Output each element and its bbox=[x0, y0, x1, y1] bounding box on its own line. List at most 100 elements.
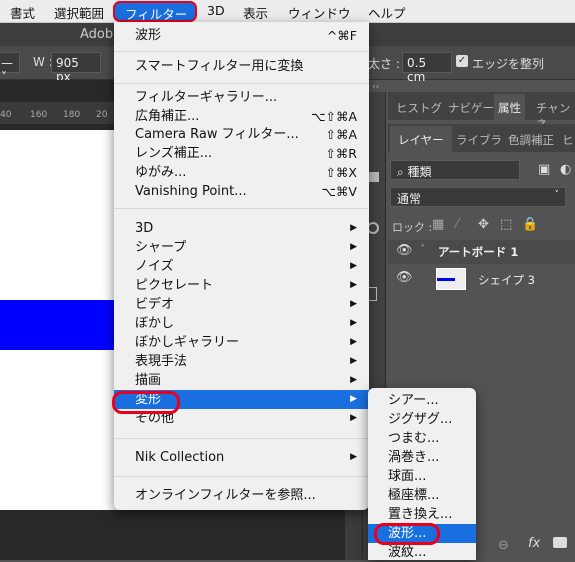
ruler-tick: 160 bbox=[30, 110, 48, 120]
shape-mode-select[interactable]: — ˅ bbox=[0, 52, 20, 84]
blend-mode-select[interactable]: 通常 ˅ bbox=[390, 187, 566, 207]
submenu-arrow-icon: ▶ bbox=[350, 337, 357, 347]
menu-item-last-filter[interactable]: 波形 ^⌘F bbox=[114, 26, 369, 45]
menu-item-lens-correction[interactable]: レンズ補正... ⇧⌘R bbox=[114, 144, 369, 163]
menu-item-liquify[interactable]: ゆがみ... ⇧⌘X bbox=[114, 163, 369, 182]
submenu-arrow-icon: ▶ bbox=[350, 356, 357, 366]
separator bbox=[114, 476, 369, 477]
submenu-item[interactable]: 球面... bbox=[368, 467, 476, 486]
menu-item-submenu[interactable]: ビデオ ▶ bbox=[114, 295, 369, 314]
separator bbox=[114, 438, 369, 439]
menu-item-browse-online[interactable]: オンラインフィルターを参照... bbox=[114, 486, 369, 505]
lock-pixels-icon[interactable]: ▦ bbox=[432, 217, 444, 232]
submenu-arrow-icon: ▶ bbox=[350, 261, 357, 271]
layer-filter-select[interactable]: ⌕ 種類 bbox=[390, 160, 520, 180]
submenu-arrow-icon: ▶ bbox=[350, 280, 357, 290]
layer-row-shape[interactable]: 👁 シェイプ 3 bbox=[388, 264, 575, 294]
menu-item-submenu[interactable]: 3D ▶ bbox=[114, 219, 369, 238]
mask-icon[interactable] bbox=[553, 537, 567, 548]
tab-libraries[interactable]: ライブラ bbox=[452, 126, 506, 154]
menu-item-submenu[interactable]: シャープ ▶ bbox=[114, 238, 369, 257]
menu-item-adaptive-wide-angle[interactable]: 広角補正... ⌥⇧⌘A bbox=[114, 107, 369, 126]
ruler-tick: 20 bbox=[96, 110, 108, 120]
blend-mode-label: 通常 bbox=[397, 192, 422, 206]
separator bbox=[114, 51, 369, 52]
tab-histogram[interactable]: ヒストグ bbox=[392, 94, 446, 122]
menu-item-nik-collection[interactable]: Nik Collection ▶ bbox=[114, 448, 369, 467]
window-title: Adob bbox=[80, 27, 114, 42]
align-edges-checkbox[interactable]: ✓ bbox=[456, 55, 468, 67]
menu-item-label: ノイズ bbox=[135, 259, 174, 274]
menu-view[interactable]: 表示 bbox=[243, 3, 268, 22]
lock-move-icon[interactable]: ✥ bbox=[478, 217, 489, 232]
menu-item-submenu[interactable]: ノイズ ▶ bbox=[114, 257, 369, 276]
submenu-arrow-icon: ▶ bbox=[350, 299, 357, 309]
eye-icon[interactable]: 👁 bbox=[396, 270, 413, 285]
tab-navigator[interactable]: ナビゲー bbox=[444, 94, 498, 122]
lock-label: ロック : bbox=[392, 221, 433, 234]
menu-format[interactable]: 書式 bbox=[10, 3, 35, 22]
menu-item-submenu[interactable]: ピクセレート ▶ bbox=[114, 276, 369, 295]
filter-menu: 波形 ^⌘F スマートフィルター用に変換 フィルターギャラリー... 広角補正..… bbox=[114, 22, 369, 510]
submenu-item[interactable]: 極座標... bbox=[368, 486, 476, 505]
submenu-arrow-icon: ▶ bbox=[350, 223, 357, 233]
highlight-ring bbox=[374, 523, 440, 545]
collapse-icon[interactable]: ‹‹ bbox=[372, 82, 379, 92]
menu-item-camera-raw[interactable]: Camera Raw フィルター... ⇧⌘A bbox=[114, 125, 369, 144]
menu-select[interactable]: 選択範囲 bbox=[54, 3, 104, 22]
menu-item-smart-filter[interactable]: スマートフィルター用に変換 bbox=[114, 57, 369, 76]
separator bbox=[114, 83, 369, 84]
menu-item-submenu[interactable]: ぼかし ▶ bbox=[114, 314, 369, 333]
submenu-item[interactable]: 置き換え... bbox=[368, 505, 476, 524]
highlight-ring bbox=[112, 391, 180, 414]
menu-item-submenu[interactable]: ぼかしギャラリー ▶ bbox=[114, 333, 369, 352]
menu-item-label: 3D bbox=[135, 221, 154, 236]
link-icon[interactable]: ⊖ bbox=[498, 538, 509, 553]
lock-artboard-icon[interactable]: ⬚ bbox=[500, 217, 512, 232]
layer-name: アートボード 1 bbox=[438, 245, 519, 259]
eye-icon[interactable]: 👁 bbox=[396, 243, 413, 258]
menu-bar: 書式 選択範囲 フィルター 3D 表示 ウィンドウ ヘルプ bbox=[0, 0, 575, 23]
layer-name: シェイプ 3 bbox=[478, 273, 535, 287]
tab-more[interactable]: ヒ bbox=[558, 126, 575, 154]
menu-item-label: ピクセレート bbox=[135, 278, 214, 293]
menu-window[interactable]: ウィンドウ bbox=[288, 3, 351, 22]
submenu-arrow-icon: ▶ bbox=[350, 413, 357, 423]
tab-properties[interactable]: 属性 bbox=[494, 94, 525, 122]
submenu-item[interactable]: ジグザグ... bbox=[368, 410, 476, 429]
tab-layers[interactable]: レイヤー bbox=[390, 126, 452, 154]
chevron-down-icon[interactable]: ˅ bbox=[420, 244, 425, 255]
menu-item-label: シャープ bbox=[135, 240, 187, 255]
lock-all-icon[interactable]: 🔒 bbox=[522, 217, 538, 232]
width-label: W : bbox=[33, 55, 53, 69]
submenu-item[interactable]: 渦巻き... bbox=[368, 448, 476, 467]
menu-item-vanishing-point[interactable]: Vanishing Point... ⌥⌘V bbox=[114, 182, 369, 201]
menu-filter[interactable]: フィルター bbox=[113, 1, 197, 22]
submenu-arrow-icon: ▶ bbox=[350, 318, 357, 328]
menu-item-submenu[interactable]: 表現手法 ▶ bbox=[114, 352, 369, 371]
fx-icon[interactable]: fx bbox=[528, 536, 540, 551]
menu-item-filter-gallery[interactable]: フィルターギャラリー... bbox=[114, 88, 369, 107]
ruler-tick: 40 bbox=[0, 110, 12, 120]
adjustment-filter-icon[interactable]: ◐ bbox=[560, 162, 571, 177]
submenu-item[interactable]: つまむ... bbox=[368, 429, 476, 448]
menu-help[interactable]: ヘルプ bbox=[368, 3, 406, 22]
menu-item-label: 表現手法 bbox=[135, 354, 188, 369]
align-edges-label: エッジを整列 bbox=[472, 57, 545, 71]
menu-item-submenu[interactable]: 描画 ▶ bbox=[114, 371, 369, 390]
menu-3d[interactable]: 3D bbox=[207, 3, 225, 18]
width-input[interactable]: 905 px bbox=[51, 52, 101, 84]
layer-row-artboard[interactable]: 👁 ˅ アートボード 1 bbox=[388, 240, 575, 264]
tab-adjustments[interactable]: 色調補正 bbox=[504, 126, 558, 154]
submenu-item[interactable]: シアー... bbox=[368, 391, 476, 410]
filter-kind-label: 種類 bbox=[407, 165, 432, 179]
submenu-item[interactable]: 波紋... bbox=[368, 543, 476, 562]
submenu-arrow-icon: ▶ bbox=[350, 242, 357, 252]
menu-item-label: ぼかし bbox=[135, 316, 175, 331]
layer-thumbnail bbox=[436, 268, 466, 290]
stroke-width-input[interactable]: 0.5 cm bbox=[402, 52, 452, 84]
submenu-arrow-icon: ▶ bbox=[350, 394, 357, 404]
image-filter-icon[interactable]: ▣ bbox=[538, 162, 550, 177]
menu-item-label: 描画 bbox=[135, 373, 162, 388]
lock-paint-icon[interactable]: ⁄ bbox=[456, 217, 458, 232]
